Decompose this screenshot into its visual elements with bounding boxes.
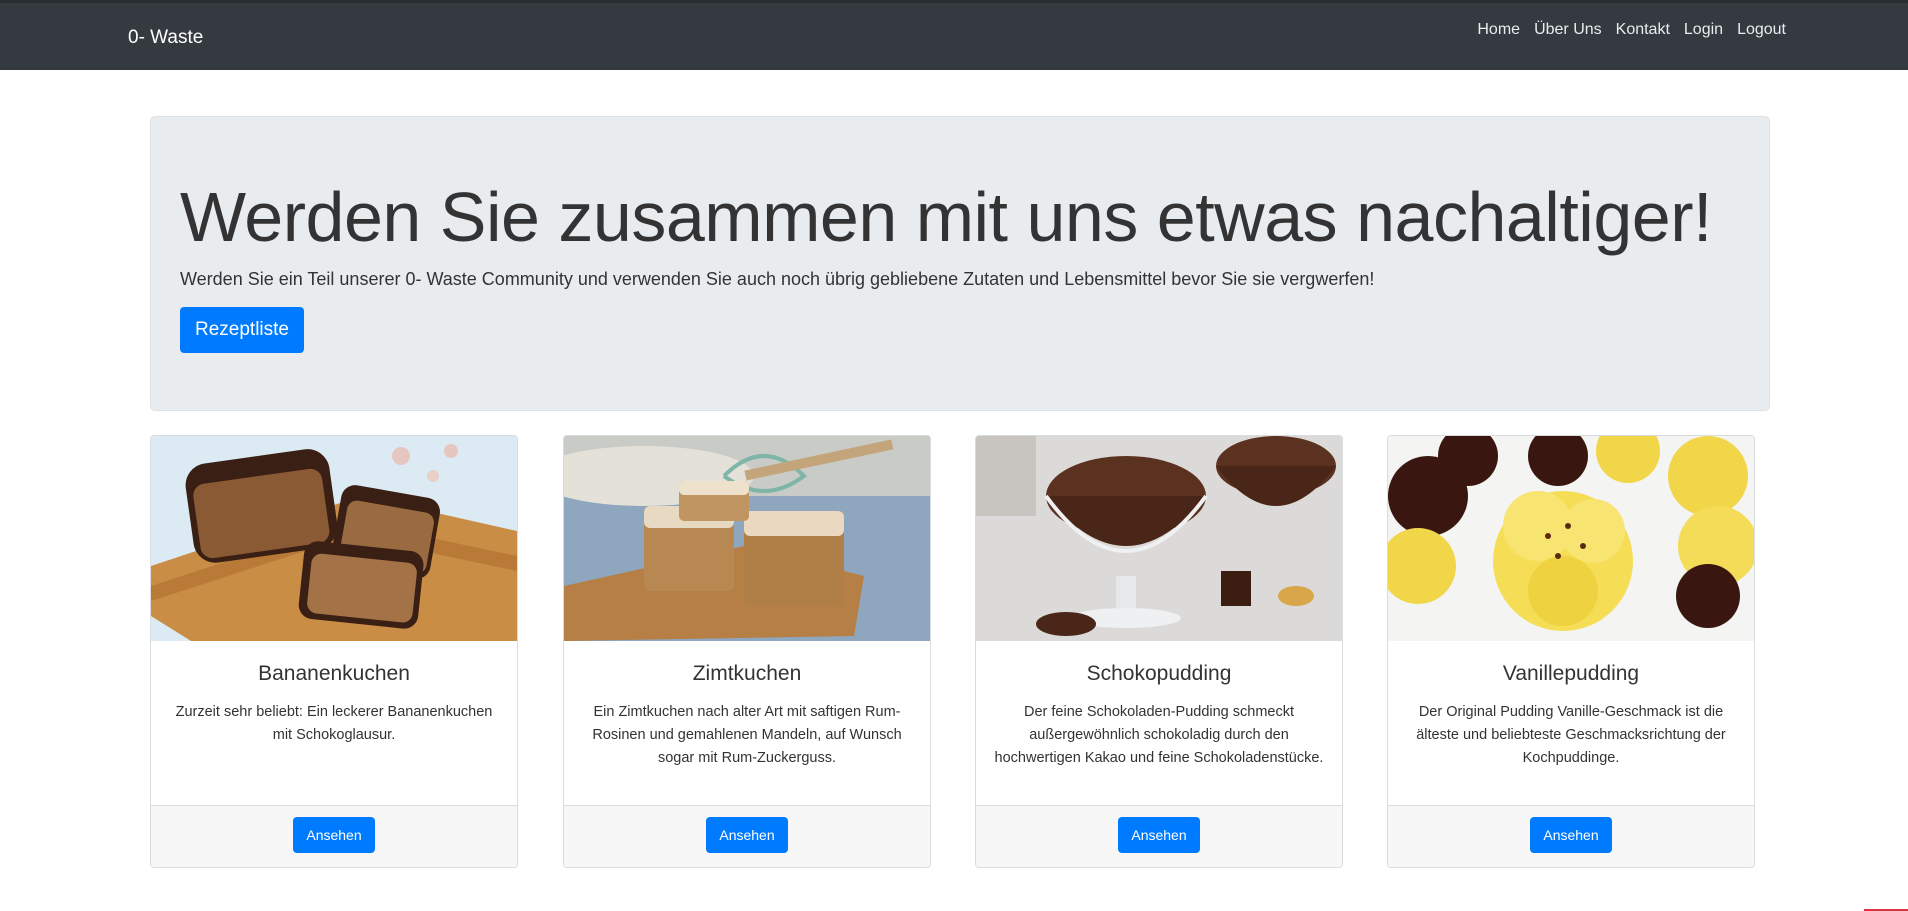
nav-contact-link[interactable]: Kontakt bbox=[1616, 21, 1670, 39]
recipe-card-zimtkuchen: Zimtkuchen Ein Zimtkuchen nach alter Art… bbox=[563, 435, 931, 868]
card-text: Der feine Schokoladen-Pudding schmeckt a… bbox=[994, 704, 1324, 766]
hero-jumbotron: Werden Sie zusammen mit uns etwas nachal… bbox=[150, 116, 1770, 411]
recipe-list-button[interactable]: Rezeptliste bbox=[180, 307, 304, 353]
nav-links: Home Über Uns Kontakt Login Logout bbox=[1477, 21, 1786, 39]
banana-cake-image bbox=[151, 436, 517, 641]
view-bananenkuchen-button[interactable]: Ansehen bbox=[293, 817, 375, 853]
view-schokopudding-button[interactable]: Ansehen bbox=[1118, 817, 1200, 853]
card-footer: Ansehen bbox=[151, 805, 517, 867]
hero-title: Werden Sie zusammen mit uns etwas nachal… bbox=[180, 178, 1712, 256]
vanilla-pudding-image bbox=[1388, 436, 1754, 641]
card-title: Zimtkuchen bbox=[692, 662, 802, 685]
card-text: Der Original Pudding Vanille-Geschmack i… bbox=[1416, 704, 1726, 766]
card-text: Ein Zimtkuchen nach alter Art mit saftig… bbox=[592, 704, 902, 766]
card-title: Vanillepudding bbox=[1502, 662, 1640, 685]
card-footer: Ansehen bbox=[564, 805, 930, 867]
recipe-card-schokopudding: Schokopudding Der feine Schokoladen-Pudd… bbox=[975, 435, 1343, 868]
card-text: Zurzeit sehr beliebt: Ein leckerer Banan… bbox=[175, 704, 493, 743]
recipe-card-bananenkuchen: Bananenkuchen Zurzeit sehr beliebt: Ein … bbox=[150, 435, 518, 868]
chocolate-pudding-image bbox=[976, 436, 1342, 641]
recipe-card-vanillepudding: Vanillepudding Der Original Pudding Vani… bbox=[1387, 435, 1755, 868]
navbar: 0- Waste Home Über Uns Kontakt Login Log… bbox=[0, 3, 1908, 70]
card-footer: Ansehen bbox=[1388, 805, 1754, 867]
nav-about-link[interactable]: Über Uns bbox=[1534, 21, 1602, 39]
card-title: Schokopudding bbox=[1086, 662, 1232, 685]
card-footer: Ansehen bbox=[976, 805, 1342, 867]
brand-logo[interactable]: 0- Waste bbox=[128, 27, 203, 49]
hero-lead: Werden Sie ein Teil unserer 0- Waste Com… bbox=[180, 269, 1375, 289]
cinnamon-cake-image bbox=[564, 436, 930, 641]
view-vanillepudding-button[interactable]: Ansehen bbox=[1530, 817, 1612, 853]
card-title: Bananenkuchen bbox=[258, 662, 410, 685]
view-zimtkuchen-button[interactable]: Ansehen bbox=[706, 817, 788, 853]
nav-home-link[interactable]: Home bbox=[1477, 21, 1520, 39]
nav-logout-link[interactable]: Logout bbox=[1737, 21, 1786, 39]
nav-login-link[interactable]: Login bbox=[1684, 21, 1723, 39]
